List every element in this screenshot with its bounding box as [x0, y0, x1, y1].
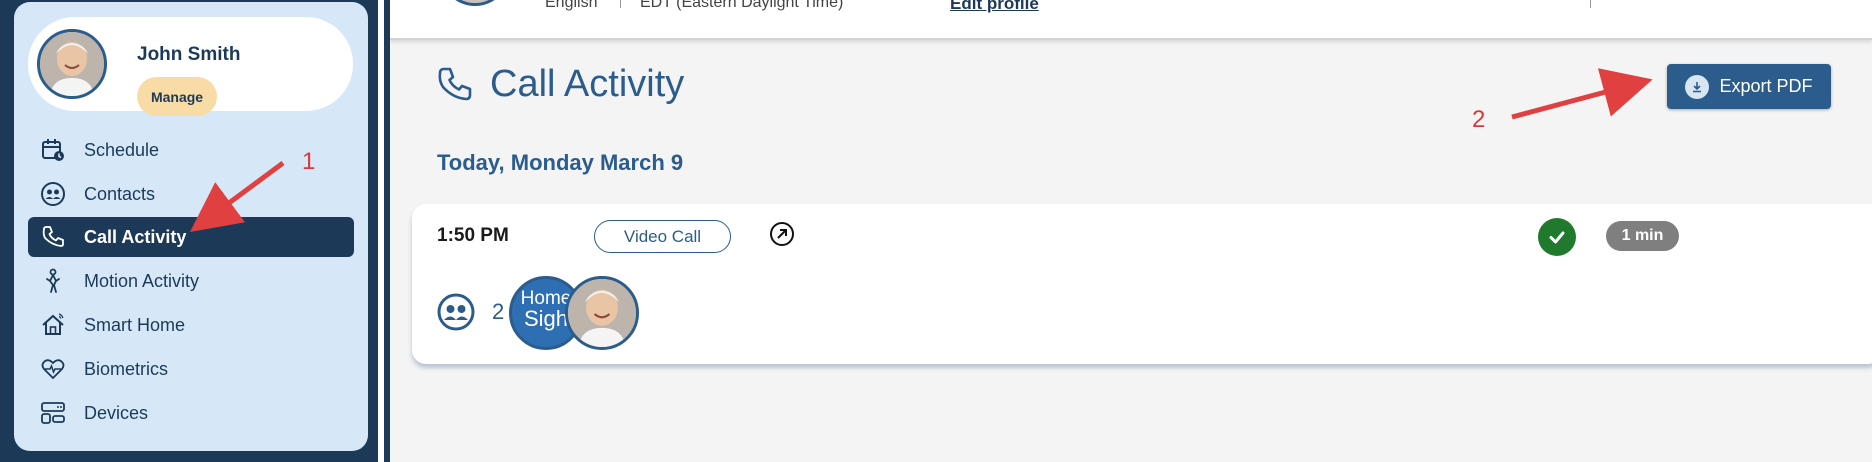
top-separator	[620, 0, 621, 8]
devices-icon	[40, 400, 66, 426]
sidebar-item-label: Smart Home	[84, 314, 186, 335]
top-avatar	[440, 0, 510, 6]
panel-divider	[378, 0, 384, 462]
top-bar: English EDT (Eastern Daylight Time) Edit…	[390, 0, 1872, 40]
profile-name: John Smith	[137, 44, 241, 65]
page-title: Call Activity	[490, 63, 685, 105]
edit-profile-link[interactable]: Edit profile	[950, 0, 1039, 14]
logo-text: Sigh	[523, 306, 569, 331]
sidebar-item-biometrics[interactable]: Biometrics	[28, 349, 354, 389]
phone-icon	[40, 224, 66, 250]
motion-icon	[40, 268, 66, 294]
download-icon	[1685, 74, 1710, 99]
avatar[interactable]	[37, 29, 107, 99]
sidebar-item-label: Call Activity	[84, 226, 187, 247]
participant-photo-avatar	[565, 276, 639, 350]
timezone-label: EDT (Eastern Daylight Time)	[640, 0, 844, 11]
sidebar-item-label: Biometrics	[84, 358, 169, 379]
sidebar-item-label: Contacts	[84, 183, 156, 204]
participant-count: 2	[492, 299, 505, 324]
sidebar-item-call-activity[interactable]: Call Activity	[28, 217, 354, 257]
profile-card: John Smith Manage	[28, 17, 353, 116]
annotation-marker-1: 1	[302, 148, 316, 175]
sidebar: John Smith Manage Schedule Contacts Call…	[14, 2, 368, 451]
sidebar-item-devices[interactable]: Devices	[28, 393, 354, 433]
manage-button[interactable]: Manage	[137, 77, 217, 116]
sidebar-item-label: Devices	[84, 402, 149, 423]
contacts-icon	[40, 181, 66, 207]
outgoing-arrow-icon	[770, 222, 794, 246]
participants-icon	[437, 293, 475, 331]
check-circle-icon	[1538, 218, 1576, 256]
date-heading: Today, Monday March 9	[437, 150, 684, 175]
phone-icon	[438, 67, 472, 101]
export-pdf-button[interactable]: Export PDF	[1667, 64, 1831, 109]
sidebar-item-label: Motion Activity	[84, 270, 200, 291]
call-card[interactable]: 1:50 PM Video Call 1 min 2 Home Sigh	[412, 204, 1872, 364]
main-panel: English EDT (Eastern Daylight Time) Edit…	[390, 0, 1872, 462]
duration-badge: 1 min	[1606, 221, 1679, 251]
annotation-marker-2: 2	[1472, 106, 1486, 133]
heart-pulse-icon	[40, 356, 66, 382]
sidebar-item-label: Schedule	[84, 139, 160, 160]
call-type-badge: Video Call	[594, 220, 731, 253]
export-pdf-label: Export PDF	[1719, 76, 1813, 96]
top-separator	[1590, 0, 1591, 8]
sidebar-item-smart-home[interactable]: Smart Home	[28, 305, 354, 345]
call-time: 1:50 PM	[437, 225, 509, 246]
language-label: English	[545, 0, 598, 11]
calendar-clock-icon	[40, 137, 66, 163]
smart-home-icon	[40, 312, 66, 338]
sidebar-item-contacts[interactable]: Contacts	[28, 174, 354, 214]
sidebar-item-motion-activity[interactable]: Motion Activity	[28, 261, 354, 301]
logo-tagline	[545, 330, 546, 337]
